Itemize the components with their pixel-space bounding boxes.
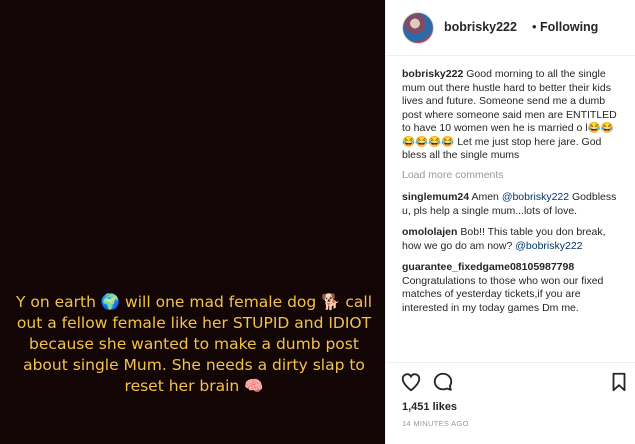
post-author[interactable]: bobrisky222 (402, 68, 463, 80)
heart-icon[interactable] (400, 371, 422, 393)
comment-text: Amen (471, 191, 502, 203)
list-item: omololajen Bob!! This table you don brea… (402, 226, 626, 253)
comments-list: bobrisky222 Good morning to all the sing… (402, 68, 626, 358)
post-side-panel: bobrisky222 • Following bobrisky222 Good… (385, 0, 635, 444)
load-more-comments-link[interactable]: Load more comments (402, 169, 626, 183)
list-item: singlemum24 Amen @bobrisky222 Godbless u… (402, 191, 626, 218)
comment-mention[interactable]: @bobrisky222 (502, 191, 569, 203)
comment-username[interactable]: guarantee_fixedgame08105987798 (402, 261, 574, 273)
comment-username[interactable]: omololajen (402, 226, 457, 238)
media-caption-text: Y on earth 🌍 will one mad female dog 🐕 c… (15, 293, 373, 395)
following-button[interactable]: Following (540, 20, 598, 34)
comment-icon[interactable] (432, 371, 454, 393)
avatar[interactable] (402, 12, 434, 44)
comment-text: Congratulations to those who won our fix… (402, 274, 604, 314)
post-actions-bar: 1,451 likes 14 MINUTES AGO (386, 362, 635, 444)
list-item: guarantee_fixedgame08105987798 Congratul… (402, 261, 626, 315)
likes-count[interactable]: 1,451 likes (402, 401, 457, 413)
comment-username[interactable]: singlemum24 (402, 191, 469, 203)
header-username[interactable]: bobrisky222 (444, 20, 517, 34)
post-caption: bobrisky222 Good morning to all the sing… (402, 68, 626, 163)
bookmark-icon[interactable] (608, 371, 630, 393)
comment-mention[interactable]: @bobrisky222 (515, 240, 582, 252)
header-separator: • (532, 19, 537, 34)
post-header: bobrisky222 • Following (386, 0, 635, 56)
post-media[interactable]: Y on earth 🌍 will one mad female dog 🐕 c… (0, 0, 385, 444)
post-timestamp[interactable]: 14 MINUTES AGO (402, 419, 469, 428)
